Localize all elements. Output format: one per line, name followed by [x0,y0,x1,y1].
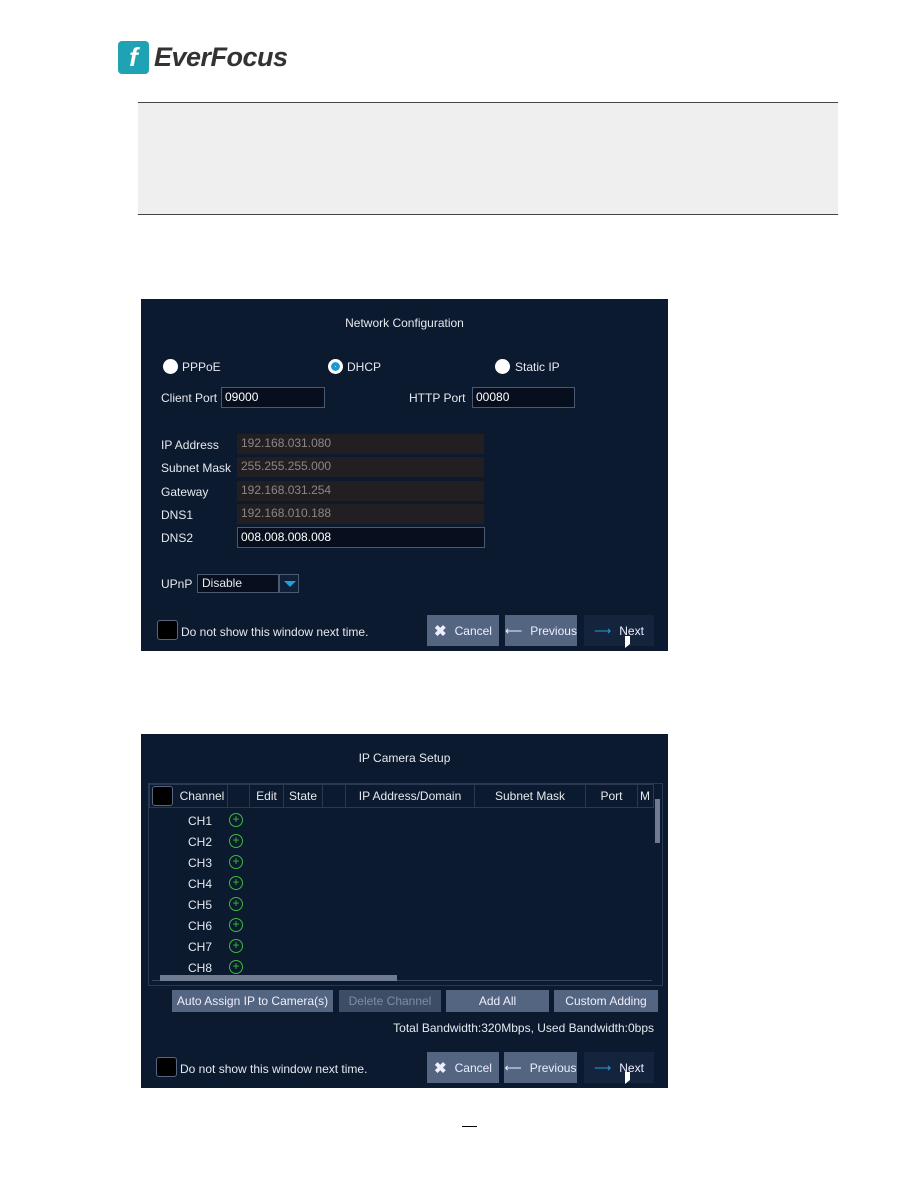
client-port-input[interactable]: 09000 [221,387,325,408]
dialog-title: IP Camera Setup [358,751,451,765]
add-camera-icon[interactable]: + [229,876,243,890]
http-port-label: HTTP Port [409,391,466,405]
camera-table: Channel Edit State IP Address/Domain Sub… [148,783,663,986]
everfocus-logo: f EverFocus [118,41,288,74]
add-all-button[interactable]: Add All [446,990,549,1012]
column-header [228,785,250,807]
next-button[interactable]: ⟶ Next [584,615,654,646]
logo-mark-icon: f [118,41,149,74]
table-row-channel: CH7 [188,940,213,954]
radio-pppoe[interactable] [163,359,178,374]
cancel-button[interactable]: ✖ Cancel [427,1052,499,1083]
add-camera-icon[interactable]: + [229,897,243,911]
add-camera-icon[interactable]: + [229,813,243,827]
previous-button[interactable]: ⟵ Previous [505,615,577,646]
close-icon: ✖ [434,1059,447,1077]
table-row-channel: CH1 [188,814,213,828]
add-camera-icon[interactable]: + [229,939,243,953]
radio-static-ip[interactable] [495,359,510,374]
column-header [323,785,346,807]
logo-text: EverFocus [154,42,288,72]
radio-label: DHCP [347,360,382,374]
dont-show-label: Do not show this window next time. [181,625,369,639]
radio-label: PPPoE [182,360,221,374]
dont-show-checkbox[interactable] [156,1057,177,1077]
field-label: DNS1 [161,508,194,522]
table-row-channel: CH8 [188,961,213,975]
upnp-label: UPnP [161,577,193,591]
custom-adding-button[interactable]: Custom Adding [554,990,658,1012]
horizontal-scrollbar[interactable] [152,974,652,981]
ip-address-field: 192.168.031.080 [237,434,484,454]
mouse-cursor-icon [625,1072,630,1084]
table-row-channel: CH3 [188,856,213,870]
column-header[interactable]: Channel [177,785,228,807]
arrow-right-icon: ⟶ [594,623,612,638]
add-camera-icon[interactable]: + [229,960,243,974]
table-row-channel: CH4 [188,877,213,891]
bandwidth-status: Total Bandwidth:320Mbps, Used Bandwidth:… [393,1021,654,1035]
close-icon: ✖ [434,622,447,640]
gateway-field: 192.168.031.254 [237,481,484,501]
note-box [138,102,838,215]
dialog-title: Network Configuration [345,316,464,330]
page-number-line [462,1126,477,1127]
field-label: DNS2 [161,531,194,545]
ip-camera-setup-dialog: IP Camera Setup Channel Edit State IP Ad… [141,734,668,1088]
add-camera-icon[interactable]: + [229,855,243,869]
dns1-field: 192.168.010.188 [237,504,484,524]
arrow-left-icon: ⟵ [505,623,523,638]
column-header[interactable]: Edit [250,785,284,807]
field-label: IP Address [161,438,219,452]
column-header[interactable]: State [284,785,323,807]
table-row-channel: CH6 [188,919,213,933]
radio-label: Static IP [515,360,560,374]
next-button[interactable]: ⟶ Next [584,1052,654,1083]
column-header[interactable]: IP Address/Domain [346,785,475,807]
vertical-scrollbar[interactable] [654,787,660,972]
table-row-channel: CH2 [188,835,213,849]
table-header: Channel Edit State IP Address/Domain Sub… [149,784,654,808]
dns2-input[interactable]: 008.008.008.008 [237,527,485,548]
table-row-channel: CH5 [188,898,213,912]
column-header[interactable]: Port [586,785,638,807]
upnp-select[interactable]: Disable [197,574,279,593]
select-all-checkbox[interactable] [152,786,173,806]
subnet-mask-field: 255.255.255.000 [237,457,484,477]
field-label: Subnet Mask [161,461,232,475]
add-camera-icon[interactable]: + [229,918,243,932]
cancel-button[interactable]: ✖ Cancel [427,615,499,646]
dont-show-checkbox[interactable] [157,620,178,640]
http-port-input[interactable]: 00080 [472,387,575,408]
mouse-cursor-icon [625,636,630,648]
client-port-label: Client Port [161,391,218,405]
delete-channel-button: Delete Channel [339,990,441,1012]
chevron-down-icon[interactable] [279,574,299,593]
column-header[interactable]: M [638,785,652,807]
arrow-right-icon: ⟶ [594,1060,612,1075]
arrow-left-icon: ⟵ [504,1060,522,1075]
field-label: Gateway [161,485,209,499]
add-camera-icon[interactable]: + [229,834,243,848]
auto-assign-ip-button[interactable]: Auto Assign IP to Camera(s) [172,990,333,1012]
column-header[interactable]: Subnet Mask [475,785,586,807]
dont-show-label: Do not show this window next time. [180,1062,368,1076]
network-configuration-dialog: Network Configuration PPPoE DHCP Static … [141,299,668,651]
radio-dhcp[interactable] [328,359,343,374]
previous-button[interactable]: ⟵ Previous [504,1052,577,1083]
